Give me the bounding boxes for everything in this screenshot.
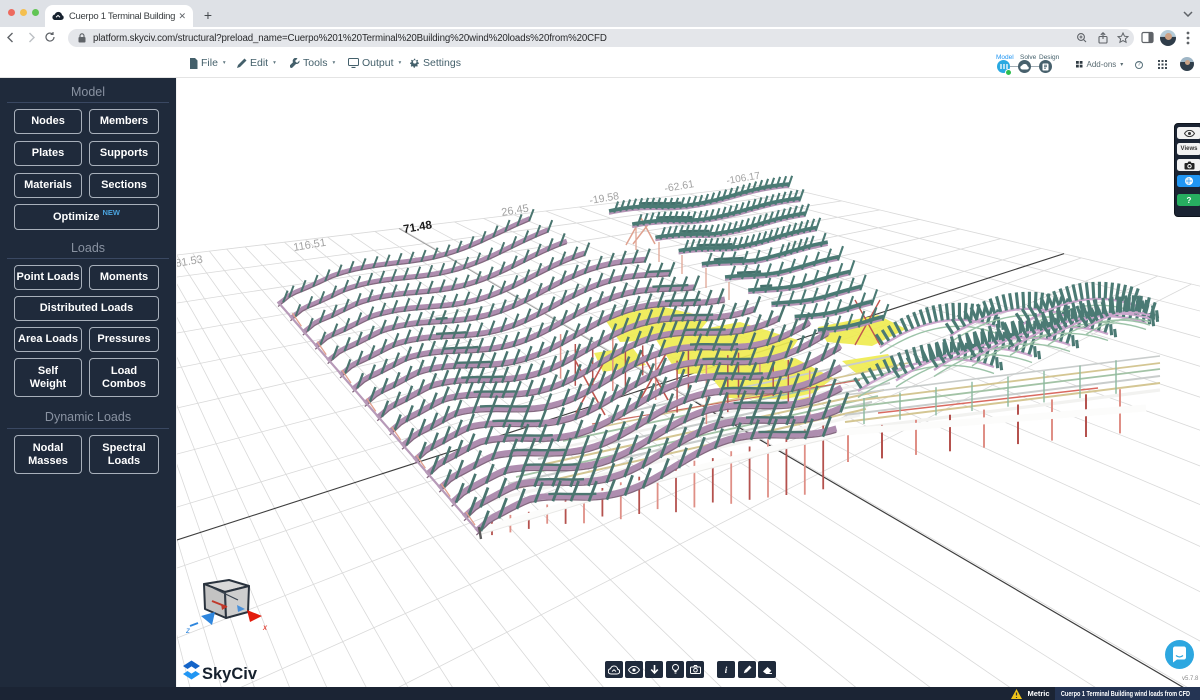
svg-text:81.53: 81.53 [177,254,204,270]
svg-text:-19.58: -19.58 [589,190,621,207]
svg-text:26.45: 26.45 [501,203,530,219]
svg-text:71.48: 71.48 [403,219,434,236]
svg-text:z: z [185,626,190,635]
svg-text:v5.7.8: v5.7.8 [1182,676,1199,682]
svg-text:SkyCiv: SkyCiv [202,665,258,683]
svg-text:-62.61: -62.61 [664,178,696,195]
svg-text:116.51: 116.51 [293,237,327,254]
